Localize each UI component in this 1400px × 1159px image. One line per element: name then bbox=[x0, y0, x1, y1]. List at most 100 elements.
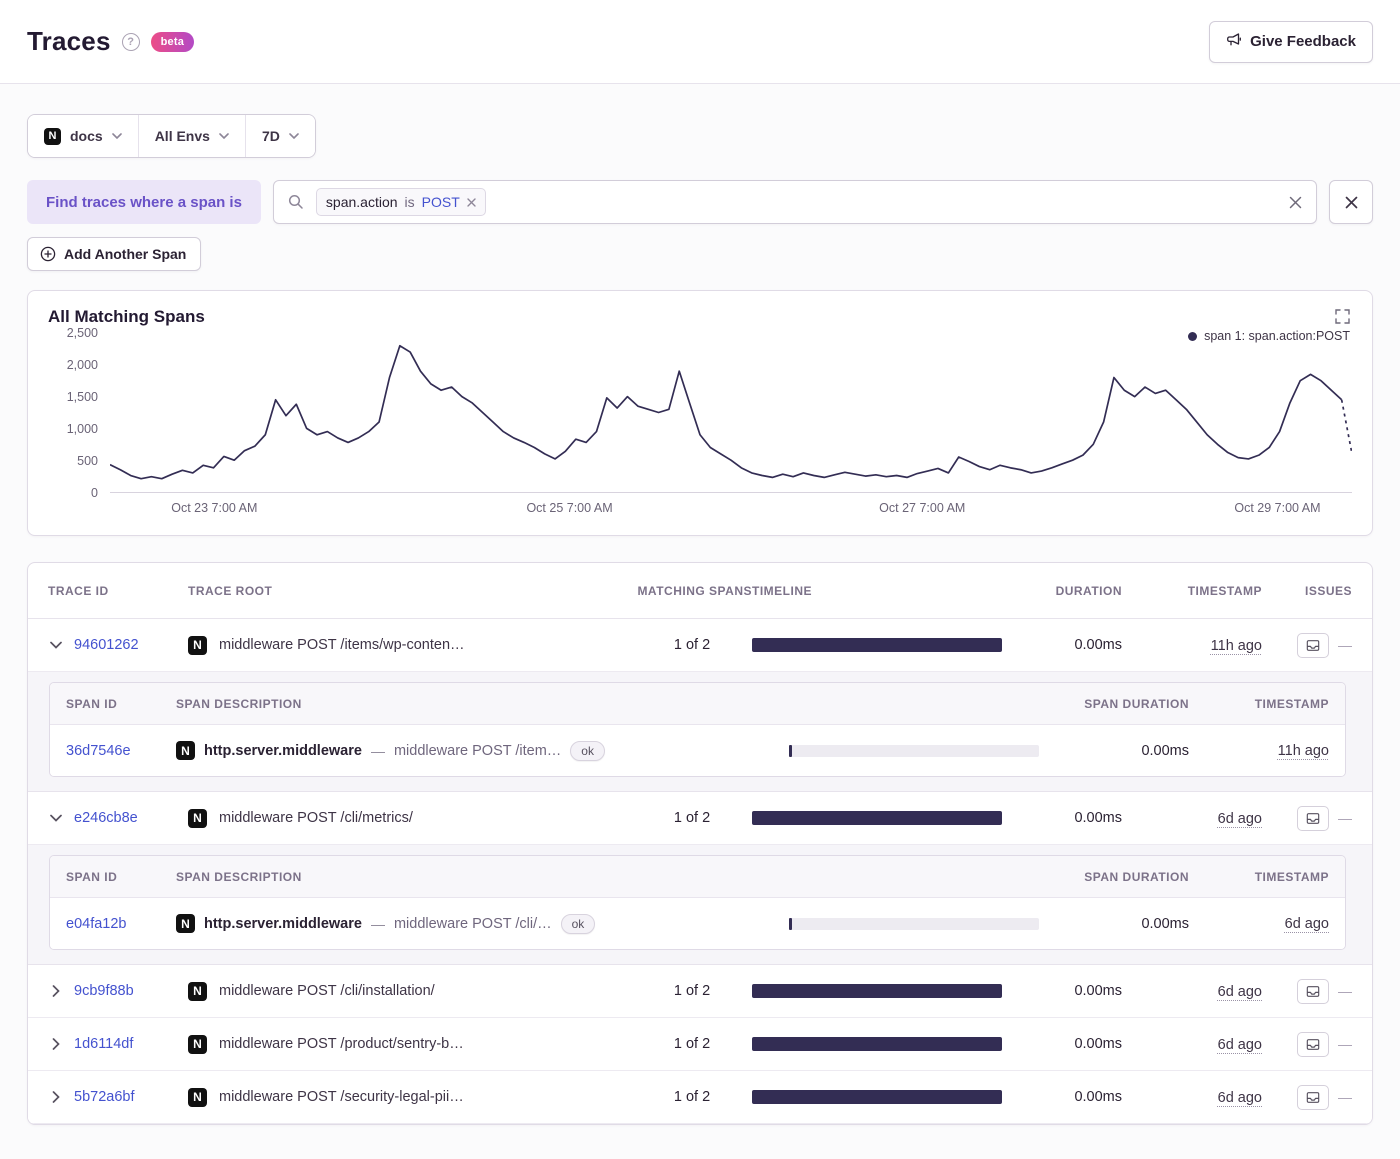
help-icon[interactable]: ? bbox=[121, 32, 140, 51]
issues-empty-dash: — bbox=[1338, 1089, 1352, 1105]
all-matching-spans-panel: All Matching Spans 2,500 2,000 1,500 1,0… bbox=[27, 290, 1373, 536]
date-range-selector-label: 7D bbox=[261, 128, 280, 144]
trace-id-link[interactable]: 5b72a6bf bbox=[74, 1089, 134, 1105]
give-feedback-label: Give Feedback bbox=[1250, 33, 1356, 50]
span-description: middleware POST /cli/… bbox=[393, 915, 552, 932]
trace-root-text: middleware POST /cli/installation/ bbox=[219, 983, 435, 999]
timeline-bar bbox=[752, 984, 1002, 998]
trace-row: 94601262 N middleware POST /items/wp-con… bbox=[28, 619, 1372, 672]
add-another-span-button[interactable]: Add Another Span bbox=[27, 237, 202, 271]
spans-table-header: SPAN ID SPAN DESCRIPTION SPAN DURATION T… bbox=[50, 683, 1345, 725]
chevron-right-icon bbox=[52, 1091, 60, 1103]
issues-button[interactable] bbox=[1297, 805, 1329, 831]
y-tick: 1,000 bbox=[66, 422, 98, 436]
trace-id-link[interactable]: 94601262 bbox=[74, 637, 139, 653]
environment-selector[interactable]: All Envs bbox=[138, 115, 246, 157]
close-icon bbox=[1345, 196, 1357, 208]
span-timeline-fill bbox=[789, 917, 792, 930]
span-id-link[interactable]: e04fa12b bbox=[66, 916, 126, 932]
chevron-down-icon bbox=[219, 133, 229, 139]
span-id-link[interactable]: 36d7546e bbox=[66, 743, 131, 759]
trace-row: 1d6114df N middleware POST /product/sent… bbox=[28, 1018, 1372, 1071]
project-selector[interactable]: N docs bbox=[28, 115, 139, 157]
duration-value: 0.00ms bbox=[1074, 1089, 1122, 1105]
issues-button[interactable] bbox=[1297, 978, 1329, 1004]
span-operation: http.server.middleware bbox=[204, 742, 362, 759]
find-traces-label: Find traces where a span is bbox=[27, 180, 261, 224]
trace-root-text: middleware POST /items/wp-conten… bbox=[219, 637, 465, 653]
x-tick: Oct 25 7:00 AM bbox=[526, 501, 613, 515]
issues-empty-dash: — bbox=[1338, 1036, 1352, 1052]
issues-button[interactable] bbox=[1297, 1031, 1329, 1057]
project-platform-icon: N bbox=[188, 808, 207, 828]
fullscreen-button[interactable] bbox=[1333, 307, 1352, 329]
remove-span-query-button[interactable] bbox=[1329, 180, 1373, 224]
search-icon bbox=[288, 194, 303, 209]
issues-icon bbox=[1306, 812, 1320, 824]
trace-row: 9cb9f88b N middleware POST /cli/installa… bbox=[28, 965, 1372, 1018]
col-issues: ISSUES bbox=[1304, 583, 1352, 598]
span-search-input[interactable]: span.action is POST bbox=[272, 180, 1317, 224]
col-span-timestamp: TIMESTAMP bbox=[1254, 869, 1329, 884]
x-tick: Oct 29 7:00 AM bbox=[1234, 501, 1321, 515]
chart-x-axis: Oct 23 7:00 AM Oct 25 7:00 AM Oct 27 7:0… bbox=[110, 499, 1352, 523]
duration-value: 0.00ms bbox=[1074, 637, 1122, 653]
legend-series-label: span 1: span.action:POST bbox=[1204, 329, 1350, 343]
project-platform-icon: N bbox=[188, 981, 207, 1001]
description-separator: — bbox=[370, 742, 385, 759]
add-another-span-label: Add Another Span bbox=[64, 246, 187, 262]
description-separator: — bbox=[370, 915, 385, 932]
issues-button[interactable] bbox=[1297, 632, 1329, 658]
spans-line-chart: span 1: span.action:POST bbox=[110, 327, 1352, 493]
trace-id-link[interactable]: e246cb8e bbox=[74, 810, 138, 826]
col-span-description: SPAN DESCRIPTION bbox=[176, 869, 302, 884]
project-platform-icon: N bbox=[188, 1034, 207, 1054]
remove-token-icon[interactable] bbox=[467, 197, 476, 207]
token-key: span.action bbox=[325, 194, 398, 210]
y-tick: 500 bbox=[77, 454, 98, 468]
give-feedback-button[interactable]: Give Feedback bbox=[1209, 20, 1373, 63]
environment-selector-label: All Envs bbox=[154, 128, 210, 144]
expand-trace-button[interactable] bbox=[48, 985, 64, 997]
trace-root-text: middleware POST /cli/metrics/ bbox=[219, 810, 413, 826]
col-duration: DURATION bbox=[1055, 583, 1122, 598]
issues-icon bbox=[1306, 985, 1320, 997]
trace-row: 5b72a6bf N middleware POST /security-leg… bbox=[28, 1071, 1372, 1124]
span-search-row: Find traces where a span is span.action … bbox=[27, 180, 1373, 224]
span-timeline-track bbox=[789, 744, 1039, 757]
search-filter-token[interactable]: span.action is POST bbox=[315, 188, 486, 216]
span-timeline-fill bbox=[789, 744, 792, 757]
expand-trace-button[interactable] bbox=[48, 1038, 64, 1050]
collapse-trace-button[interactable] bbox=[48, 641, 64, 649]
trace-row: e246cb8e N middleware POST /cli/metrics/… bbox=[28, 792, 1372, 845]
expand-trace-button[interactable] bbox=[48, 1091, 64, 1103]
col-timestamp: TIMESTAMP bbox=[1187, 583, 1262, 598]
timestamp-value: 6d ago bbox=[1217, 1089, 1262, 1106]
chevron-down-icon bbox=[50, 814, 62, 822]
col-trace-id: TRACE ID bbox=[48, 583, 109, 598]
trace-id-link[interactable]: 9cb9f88b bbox=[74, 983, 134, 999]
clear-search-icon[interactable] bbox=[1289, 196, 1302, 209]
issues-button[interactable] bbox=[1297, 1084, 1329, 1110]
collapse-trace-button[interactable] bbox=[48, 814, 64, 822]
chart-title: All Matching Spans bbox=[48, 307, 205, 326]
issues-icon bbox=[1306, 1038, 1320, 1050]
y-tick: 2,500 bbox=[66, 326, 98, 340]
megaphone-icon bbox=[1226, 32, 1242, 52]
page-title: Traces bbox=[27, 26, 111, 56]
plus-circle-icon bbox=[40, 246, 56, 262]
col-span-timestamp: TIMESTAMP bbox=[1254, 696, 1329, 711]
timeline-bar bbox=[752, 1037, 1002, 1051]
timeline-bar bbox=[752, 638, 1002, 652]
col-span-description: SPAN DESCRIPTION bbox=[176, 696, 302, 711]
trace-id-link[interactable]: 1d6114df bbox=[74, 1036, 133, 1052]
y-tick: 0 bbox=[91, 486, 98, 500]
span-timestamp-value: 11h ago bbox=[1277, 743, 1329, 759]
col-timeline: TIMELINE bbox=[752, 583, 812, 598]
span-timestamp-value: 6d ago bbox=[1284, 916, 1329, 932]
timestamp-value: 11h ago bbox=[1210, 637, 1262, 654]
spans-chart-svg bbox=[110, 333, 1352, 492]
chart-line-dashed-tail bbox=[1342, 400, 1352, 454]
date-range-selector[interactable]: 7D bbox=[245, 115, 315, 157]
col-trace-root: TRACE ROOT bbox=[188, 583, 273, 598]
